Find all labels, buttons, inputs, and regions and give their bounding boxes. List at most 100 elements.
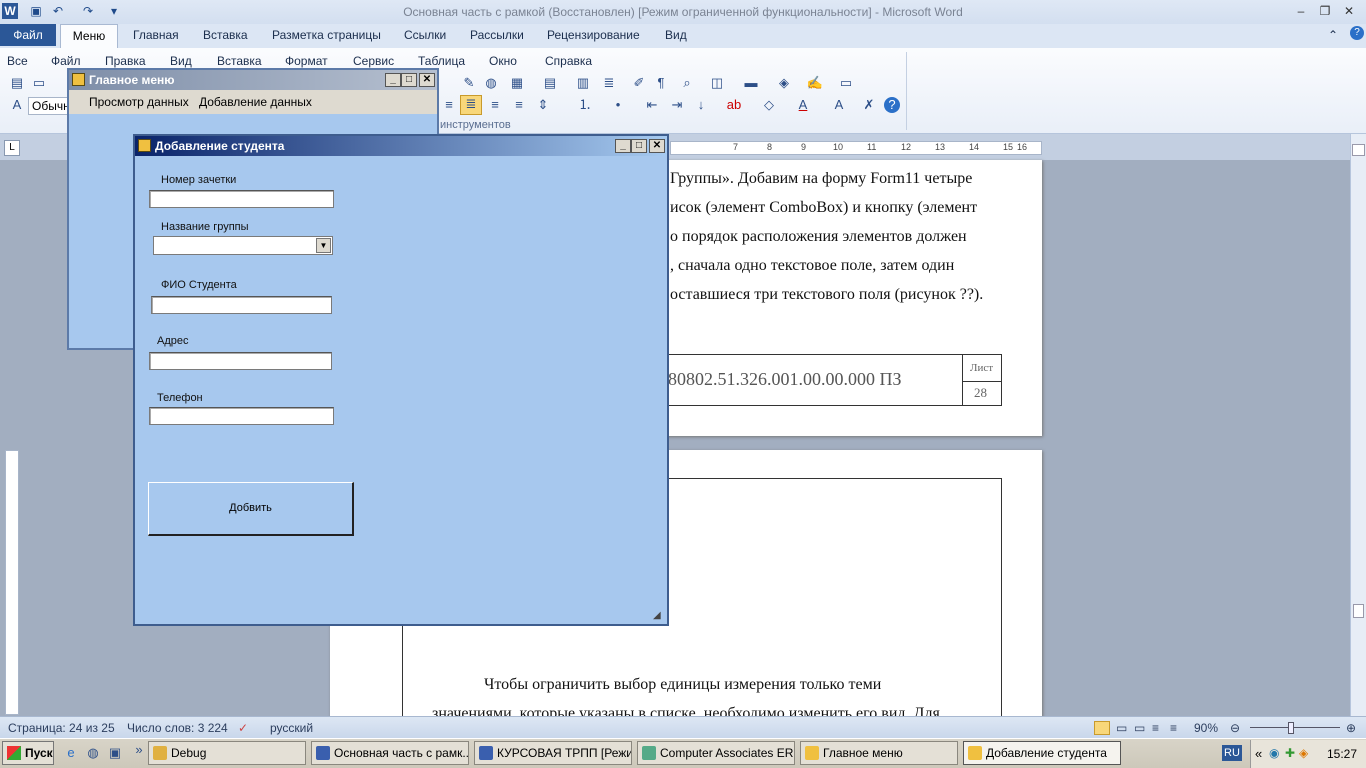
zoom-slider[interactable] <box>1250 727 1340 728</box>
vertical-ruler[interactable] <box>5 450 19 715</box>
decrease-indent-icon[interactable]: ⇤ <box>643 97 661 113</box>
book-icon[interactable]: ◫ <box>708 75 726 91</box>
tab-insert[interactable]: Вставка <box>203 28 248 42</box>
increase-indent-icon[interactable]: ⇥ <box>668 97 686 113</box>
explorer-icon[interactable]: ◍ <box>84 745 102 761</box>
bullets-icon[interactable]: • <box>609 97 627 113</box>
taskbar-item-word-main[interactable]: Основная часть с рамк... <box>311 741 469 765</box>
align-center-icon[interactable]: ≡ <box>486 97 504 113</box>
proofing-icon[interactable]: ✓ <box>238 721 248 735</box>
folder-icon[interactable]: ▬ <box>742 75 760 91</box>
justify-icon[interactable]: ≣ <box>460 95 482 115</box>
tab-mailings[interactable]: Рассылки <box>470 28 524 42</box>
taskbar-item-add-student[interactable]: Добавление студента <box>963 741 1121 765</box>
shading-icon[interactable]: ◇ <box>760 97 778 113</box>
zoom-in-icon[interactable]: ⊕ <box>1346 721 1356 735</box>
outline-icon[interactable]: ≡ <box>1152 721 1159 735</box>
chevron-down-icon[interactable]: ▼ <box>316 238 331 253</box>
vertical-scrollbar[interactable] <box>1350 134 1366 716</box>
open-icon[interactable]: ▭ <box>30 75 48 91</box>
view-ruler-icon[interactable] <box>1352 144 1365 156</box>
menu-tools[interactable]: Сервис <box>353 54 394 68</box>
draft-icon[interactable]: ≡ <box>1170 721 1177 735</box>
ribbon-help-icon[interactable]: ? <box>884 97 900 113</box>
clear-format-icon[interactable]: ✗ <box>860 97 878 113</box>
security-icon[interactable]: ✚ <box>1285 746 1295 760</box>
add-student-button[interactable]: Добвить <box>148 482 354 536</box>
group-combobox[interactable]: ▼ <box>153 236 333 255</box>
menu-view[interactable]: Вид <box>170 54 192 68</box>
menu-all[interactable]: Все <box>7 54 28 68</box>
maximize-button[interactable]: □ <box>631 139 647 153</box>
network-icon[interactable]: ◉ <box>1269 746 1279 760</box>
add-student-window[interactable]: Добавление студента _ □ ✕ Номер зачетки … <box>133 134 669 626</box>
menu-insert[interactable]: Вставка <box>217 54 262 68</box>
phone-input[interactable] <box>149 407 334 425</box>
ribbon-collapse-icon[interactable]: ⌃ <box>1328 28 1338 42</box>
print-layout-icon[interactable] <box>1094 721 1110 735</box>
menu-table[interactable]: Таблица <box>418 54 465 68</box>
restore-icon[interactable]: ❐ <box>1316 3 1334 19</box>
tab-view[interactable]: Вид <box>665 28 687 42</box>
close-button[interactable]: ✕ <box>649 139 665 153</box>
main-menu-titlebar[interactable]: Главное меню _ □ ✕ <box>69 70 437 90</box>
numbering-icon[interactable]: ⒈ <box>576 97 594 113</box>
menu-file[interactable]: Файл <box>51 54 81 68</box>
menu-help[interactable]: Справка <box>545 54 592 68</box>
table-icon[interactable]: ▤ <box>541 75 559 91</box>
forms-icon[interactable]: ▭ <box>837 75 855 91</box>
sort-icon[interactable]: ↓ <box>692 97 710 113</box>
align-right-icon[interactable]: ≡ <box>510 97 528 113</box>
page-count[interactable]: Страница: 24 из 25 <box>8 721 115 735</box>
tab-references[interactable]: Ссылки <box>404 28 446 42</box>
columns-icon[interactable]: ▥ <box>574 75 592 91</box>
pilcrow-icon[interactable]: ¶ <box>652 75 670 91</box>
text-effects-icon[interactable]: A <box>830 97 848 113</box>
macro-icon[interactable]: ◈ <box>775 75 793 91</box>
tab-review[interactable]: Рецензирование <box>547 28 640 42</box>
word-count[interactable]: Число слов: 3 224 <box>127 721 228 735</box>
full-screen-icon[interactable]: ▭ <box>1116 721 1127 735</box>
taskbar-item-erwin[interactable]: Computer Associates ER... <box>637 741 795 765</box>
minimize-icon[interactable]: – <box>1292 3 1310 19</box>
horizontal-ruler[interactable]: 7 8 9 10 11 12 13 14 15 16 <box>670 141 1042 155</box>
menu-edit[interactable]: Правка <box>105 54 146 68</box>
font-color-icon[interactable]: A <box>794 97 812 113</box>
zoom-icon[interactable]: ⌕ <box>678 75 696 91</box>
maximize-button[interactable]: □ <box>401 73 417 87</box>
fio-input[interactable] <box>151 296 332 314</box>
ie-icon[interactable]: e <box>62 745 80 761</box>
tab-selector-icon[interactable]: L <box>4 140 20 156</box>
zoom-out-icon[interactable]: ⊖ <box>1230 721 1240 735</box>
resize-grip-icon[interactable]: ◢ <box>653 610 665 622</box>
start-button[interactable]: Пуск <box>2 741 54 765</box>
menu-window[interactable]: Окно <box>489 54 517 68</box>
highlight-icon[interactable]: ab <box>725 97 743 113</box>
align-left-icon[interactable]: ≡ <box>440 97 458 113</box>
globe-icon[interactable]: ◍ <box>482 75 500 91</box>
taskbar-item-debug[interactable]: Debug <box>148 741 306 765</box>
style-box[interactable]: Обычн <box>28 97 70 115</box>
minimize-button[interactable]: _ <box>615 139 631 153</box>
tab-menu[interactable]: Меню <box>60 24 118 48</box>
more-icon[interactable]: » <box>130 742 148 758</box>
new-doc-icon[interactable]: ▤ <box>8 75 26 91</box>
close-button[interactable]: ✕ <box>419 73 435 87</box>
clock[interactable]: 15:27 <box>1327 747 1357 761</box>
edit-icon[interactable]: ✍ <box>806 75 824 91</box>
zoom-slider-thumb[interactable] <box>1288 722 1294 734</box>
menu-add-data[interactable]: Добавление данных <box>199 95 312 109</box>
taskbar-item-main-menu[interactable]: Главное меню <box>800 741 958 765</box>
format-painter-icon[interactable]: ✐ <box>630 75 648 91</box>
address-input[interactable] <box>149 352 332 370</box>
columns2-icon[interactable]: ≣ <box>600 75 618 91</box>
menu-view-data[interactable]: Просмотр данных <box>89 95 189 109</box>
language[interactable]: русский <box>270 721 313 735</box>
disk-icon[interactable]: ▣ <box>106 745 124 761</box>
line-spacing-icon[interactable]: ⇕ <box>534 97 552 113</box>
zachetka-input[interactable] <box>149 190 334 208</box>
zoom-level[interactable]: 90% <box>1194 721 1218 735</box>
tab-file[interactable]: Файл <box>0 24 56 46</box>
close-icon[interactable]: ✕ <box>1340 3 1358 19</box>
minimize-button[interactable]: _ <box>385 73 401 87</box>
